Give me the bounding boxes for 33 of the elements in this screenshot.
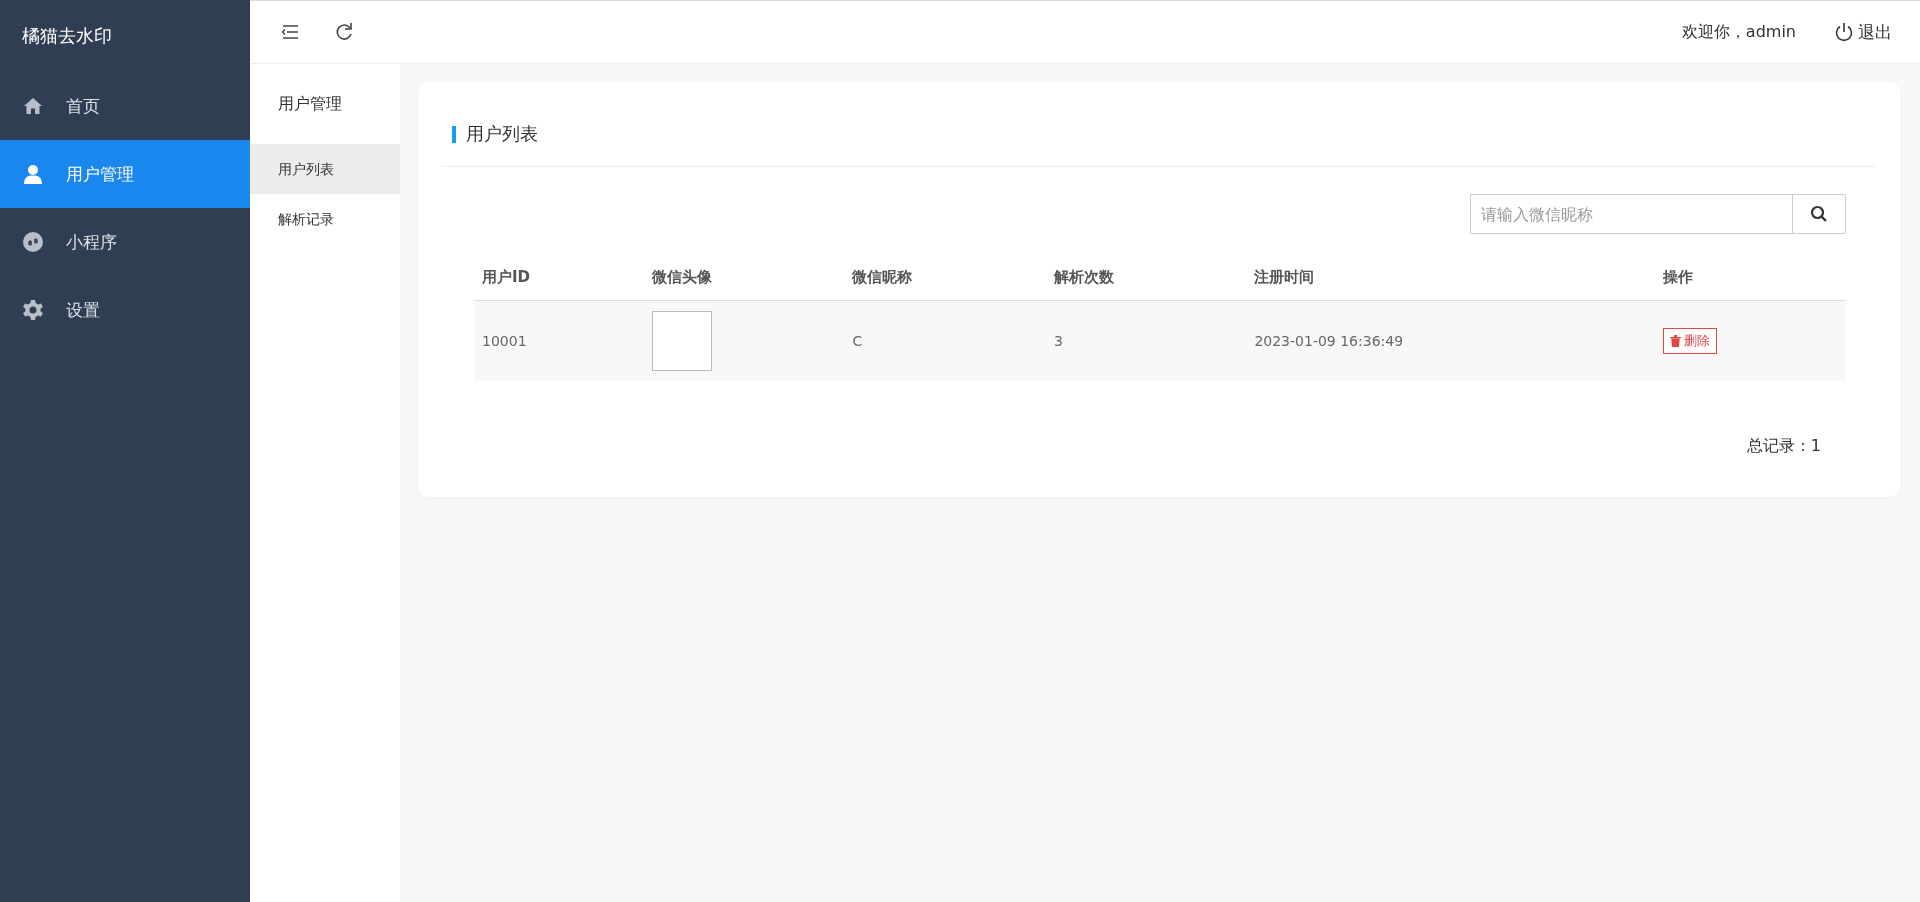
sidebar-item[interactable]: 首页 [0,72,250,140]
title-accent-bar [452,125,456,143]
home-icon [23,97,43,115]
subnav-item[interactable]: 解析记录 [250,194,400,244]
app-title: 橘猫去水印 [21,24,113,48]
total-records: 总记录：1 [1746,436,1821,457]
table-cell: 10001 [482,333,527,349]
column-header: 注册时间 [1246,254,1656,301]
column-header: 微信头像 [644,254,845,301]
sidebar-item[interactable]: 设置 [0,276,250,344]
delete-button[interactable]: 删除 [1663,328,1718,354]
power-icon [1834,22,1854,42]
column-header: 操作 [1655,254,1846,301]
card-title: 用户列表 [466,122,538,146]
search-icon [1810,205,1828,223]
logout-button[interactable]: 退出 [1834,20,1900,44]
trash-icon [1670,335,1682,347]
table-cell: 2023-01-09 16:36:49 [1254,333,1404,349]
image-placeholder [652,311,713,371]
table-cell: C [852,333,863,349]
section-title: 用户管理 [277,93,343,115]
gear-icon [22,299,44,321]
search-field[interactable]: 请输入微信昵称 [1470,194,1792,234]
column-header: 用户ID [474,254,645,301]
column-header: 微信昵称 [844,254,1047,301]
column-header: 解析次数 [1046,254,1247,301]
user-icon [23,164,43,184]
sidebar-item[interactable]: 小程序 [0,208,250,276]
subnav-item[interactable]: 用户列表 [250,144,400,194]
search-button[interactable] [1792,194,1846,234]
sidebar-item[interactable]: 用户管理 [0,140,250,208]
table-cell: 3 [1054,333,1063,349]
welcome-text: 欢迎你，admin [1681,21,1796,43]
